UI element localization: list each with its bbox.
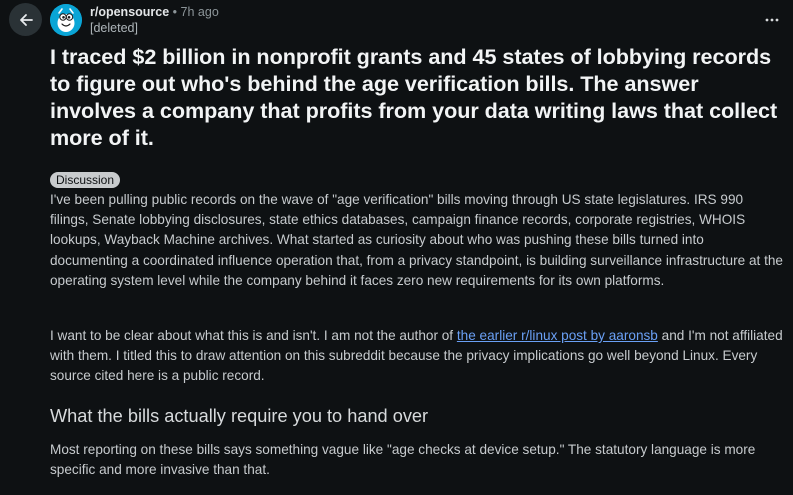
subreddit-link[interactable]: r/opensource: [90, 5, 169, 19]
paragraph-2-text-before: I want to be clear about what this is an…: [50, 328, 457, 343]
post-paragraph-3: Most reporting on these bills says somet…: [50, 442, 756, 478]
section-heading: What the bills actually require you to h…: [50, 406, 429, 426]
overflow-menu-button[interactable]: [758, 8, 786, 32]
post-flair[interactable]: Discussion: [50, 172, 121, 188]
earlier-post-link[interactable]: the earlier r/linux post by aaronsb: [457, 328, 658, 343]
subreddit-avatar[interactable]: [50, 4, 82, 36]
opensource-logo-icon: [50, 4, 82, 36]
post-meta: r/opensource • 7h ago [deleted]: [90, 4, 219, 36]
post-time: 7h ago: [180, 5, 219, 19]
post-paragraph-2: I want to be clear about what this is an…: [50, 326, 785, 387]
more-horizontal-icon: [765, 18, 779, 22]
back-button[interactable]: [9, 3, 42, 36]
post-paragraph-1: I've been pulling public records on the …: [50, 192, 783, 288]
post-title: I traced $2 billion in nonprofit grants …: [50, 44, 778, 150]
post-author[interactable]: [deleted]: [90, 20, 219, 36]
post-meta-line: r/opensource • 7h ago: [90, 4, 219, 20]
arrow-left-icon: [19, 13, 33, 26]
meta-separator: •: [172, 5, 178, 19]
